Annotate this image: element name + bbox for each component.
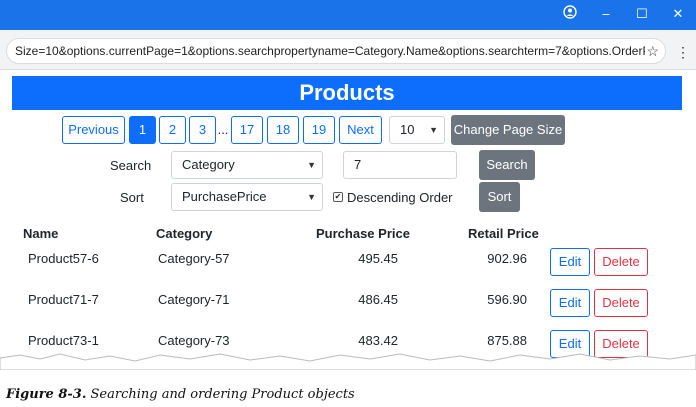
cell-name: Product73-1: [28, 333, 99, 348]
descending-checkbox[interactable]: ✔: [333, 192, 343, 202]
torn-edge-decoration: [0, 353, 696, 370]
search-property-value: Category: [182, 157, 235, 172]
search-term-input[interactable]: 7: [343, 151, 457, 179]
chevron-down-icon: ▼: [307, 160, 316, 170]
minimize-icon[interactable]: –: [596, 5, 616, 23]
search-label: Search: [110, 158, 152, 173]
sort-button[interactable]: Sort: [479, 182, 520, 212]
browser-toolbar: Size=10&options.currentPage=1&options.se…: [0, 30, 696, 70]
browser-titlebar: – ☐ ✕: [0, 0, 696, 30]
account-circle-icon[interactable]: [560, 5, 580, 24]
page-button-18[interactable]: 18: [267, 116, 299, 144]
cell-retail-price: 902.96: [487, 251, 527, 266]
descending-label: Descending Order: [347, 190, 453, 205]
search-button[interactable]: Search: [479, 150, 535, 180]
page-button-2[interactable]: 2: [159, 116, 186, 144]
page-button-17[interactable]: 17: [231, 116, 263, 144]
cell-purchase-price: 495.45: [358, 251, 398, 266]
delete-button[interactable]: Delete: [594, 289, 648, 317]
change-page-size-button[interactable]: Change Page Size: [451, 115, 565, 145]
address-bar[interactable]: Size=10&options.currentPage=1&options.se…: [6, 38, 666, 64]
previous-button[interactable]: Previous: [62, 116, 125, 144]
chevron-down-icon: ▼: [429, 125, 438, 135]
page-size-select[interactable]: 10 ▼: [389, 116, 445, 144]
column-header-category: Category: [156, 226, 213, 241]
cell-purchase-price: 483.42: [358, 333, 398, 348]
next-button[interactable]: Next: [339, 116, 382, 144]
maximize-icon[interactable]: ☐: [632, 5, 652, 23]
column-header-purchase-price: Purchase Price: [316, 226, 410, 241]
sort-property-select[interactable]: PurchasePrice ▼: [171, 183, 323, 211]
delete-button[interactable]: Delete: [594, 248, 648, 276]
figure-number: Figure 8-3.: [6, 387, 87, 402]
cell-category: Category-71: [158, 292, 230, 307]
figure-text: Searching and ordering Product objects: [90, 387, 355, 402]
bookmark-star-icon[interactable]: ☆: [646, 43, 659, 60]
page-button-19[interactable]: 19: [303, 116, 335, 144]
browser-menu-icon[interactable]: ⋮: [676, 44, 690, 61]
chevron-down-icon: ▼: [307, 192, 316, 202]
page-button-1[interactable]: 1: [129, 116, 156, 144]
close-icon[interactable]: ✕: [668, 5, 688, 23]
page-title: Products: [12, 76, 682, 110]
figure-caption: Figure 8-3. Searching and ordering Produ…: [6, 387, 355, 402]
cell-retail-price: 596.90: [487, 292, 527, 307]
edit-button[interactable]: Edit: [550, 248, 590, 276]
page-size-value: 10: [400, 122, 415, 137]
cell-category: Category-57: [158, 251, 230, 266]
column-header-retail-price: Retail Price: [468, 226, 539, 241]
column-header-name: Name: [23, 226, 59, 241]
sort-property-value: PurchasePrice: [182, 189, 267, 204]
cell-purchase-price: 486.45: [358, 292, 398, 307]
pagination-ellipsis: ...: [217, 122, 229, 137]
page-button-3[interactable]: 3: [189, 116, 216, 144]
cell-name: Product71-7: [28, 292, 99, 307]
search-property-select[interactable]: Category ▼: [171, 151, 323, 179]
cell-name: Product57-6: [28, 251, 99, 266]
edit-button[interactable]: Edit: [550, 289, 590, 317]
url-text[interactable]: Size=10&options.currentPage=1&options.se…: [15, 44, 645, 58]
cell-category: Category-73: [158, 333, 230, 348]
cell-retail-price: 875.88: [487, 333, 527, 348]
sort-label: Sort: [120, 190, 144, 205]
